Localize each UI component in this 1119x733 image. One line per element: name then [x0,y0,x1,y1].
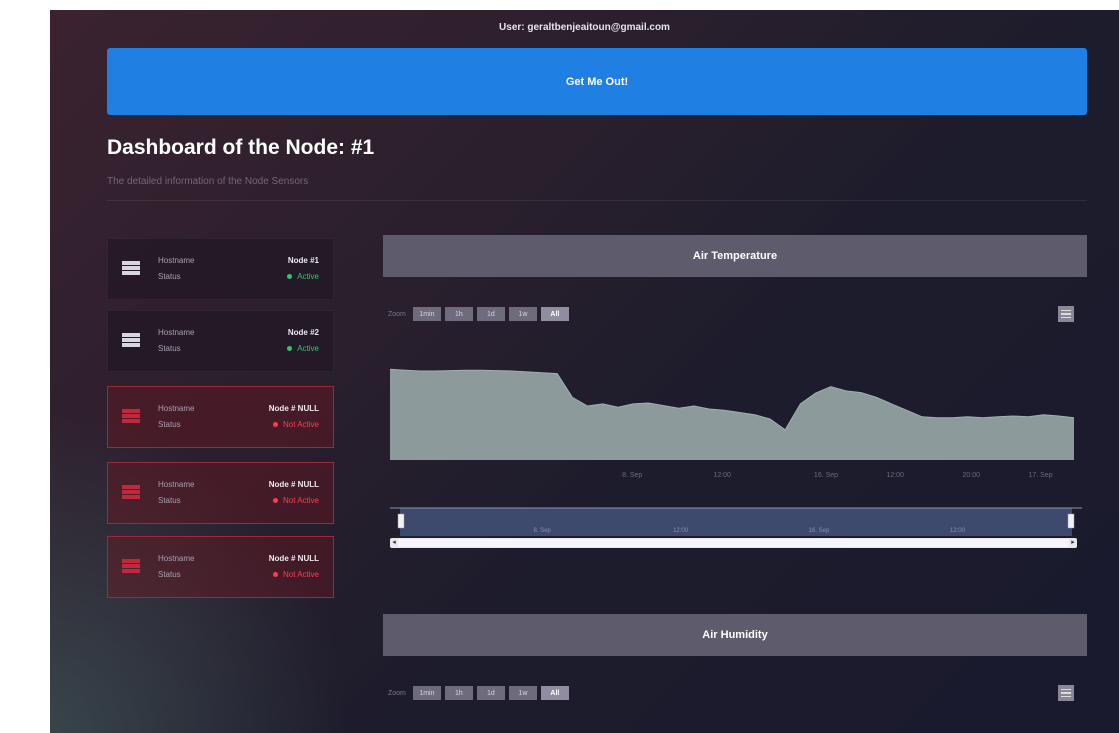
chart-menu-button[interactable] [1058,685,1074,701]
hostname-value: Node # NULL [268,480,319,489]
chart-menu-button[interactable] [1058,306,1074,322]
chart-scrollbar[interactable]: ◂ ▸ [390,538,1077,548]
air-humidity-header: Air Humidity [383,614,1087,656]
zoom-1h-button[interactable]: 1h [444,686,473,700]
hostname-value: Node #2 [287,328,319,337]
status-dot-icon [272,498,278,504]
hostname-label: Hostname [158,328,195,337]
zoom-1d-button[interactable]: 1d [476,307,505,321]
node-card-4[interactable]: Hostname Node # NULL Status Not Active [107,462,334,524]
zoom-1h-button[interactable]: 1h [444,307,473,321]
hostname-label: Hostname [158,554,195,563]
hostname-label: Hostname [158,480,195,489]
status-value: Not Active [282,496,319,505]
navigator-tick-label: 16. Sep [809,528,830,534]
x-tick-label: 8. Sep [622,472,642,479]
zoom-label: Zoom [388,310,406,318]
status-label: Status [158,344,181,353]
x-tick-label: 12:00 [713,472,731,479]
navigator-right-handle-icon[interactable] [1067,513,1075,529]
node-card-3[interactable]: Hostname Node # NULL Status Not Active [107,386,334,448]
navigator-selection[interactable] [400,508,1072,536]
status-dot-icon [272,572,278,578]
x-tick-label: 17. Sep [1028,472,1052,479]
status-label: Status [158,570,181,579]
zoom-label: Zoom [388,689,406,697]
zoom-all-button[interactable]: All [540,307,569,321]
zoom-1w-button[interactable]: 1w [508,307,537,321]
hostname-label: Hostname [158,404,195,413]
server-icon [122,559,140,573]
navigator-left-handle-icon[interactable] [397,513,405,529]
status-dot-icon [272,422,278,428]
zoom-controls: Zoom 1min 1h 1d 1w All [388,307,569,321]
temperature-area-series [390,369,1074,460]
node-card-1[interactable]: Hostname Node #1 Status Active [107,238,334,300]
hostname-value: Node # NULL [268,554,319,563]
status-value: Active [297,344,319,353]
zoom-all-button[interactable]: All [540,686,569,700]
zoom-1d-button[interactable]: 1d [476,686,505,700]
divider [107,200,1087,201]
get-me-out-button[interactable]: Get Me Out! [107,48,1087,115]
hostname-value: Node # NULL [268,404,319,413]
node-card-2[interactable]: Hostname Node #2 Status Active [107,310,334,372]
status-badge: Not Active [272,420,319,429]
hostname-value: Node #1 [287,256,319,265]
scroll-left-icon[interactable]: ◂ [390,538,398,548]
zoom-controls-humidity: Zoom 1min 1h 1d 1w All [388,686,569,700]
status-badge: Not Active [272,496,319,505]
status-badge: Not Active [272,570,319,579]
status-dot-icon [287,346,293,352]
x-tick-label: 16. Sep [814,472,838,479]
server-icon [122,485,140,499]
status-badge: Active [287,344,319,353]
app-screen: User: geraltbenjeaitoun@gmail.com Get Me… [50,10,1119,733]
status-dot-icon [287,274,293,280]
x-tick-label: 12:00 [886,472,904,479]
air-temperature-chart: 8. Sep 12:00 16. Sep 12:00 20:00 17. Sep [390,368,1075,479]
status-value: Active [297,272,319,281]
status-label: Status [158,496,181,505]
navigator-tick-label: 12:00 [950,528,966,534]
zoom-1w-button[interactable]: 1w [508,686,537,700]
status-label: Status [158,420,181,429]
scrollbar-thumb[interactable] [398,539,1069,547]
server-icon [122,333,140,347]
server-icon [122,261,140,275]
scroll-right-icon[interactable]: ▸ [1069,538,1077,548]
server-icon [122,409,140,423]
air-temperature-header: Air Temperature [383,235,1087,277]
page-subtitle: The detailed information of the Node Sen… [107,176,309,187]
status-badge: Active [287,272,319,281]
x-tick-label: 20:00 [963,472,981,479]
navigator-tick-label: 12:00 [673,528,689,534]
status-value: Not Active [282,420,319,429]
page-title: Dashboard of the Node: #1 [107,136,375,159]
zoom-1min-button[interactable]: 1min [412,686,441,700]
navigator-tick-label: 8. Sep [534,528,552,534]
status-value: Not Active [282,570,319,579]
hostname-label: Hostname [158,256,195,265]
zoom-1min-button[interactable]: 1min [412,307,441,321]
node-card-5[interactable]: Hostname Node # NULL Status Not Active [107,536,334,598]
user-email: User: geraltbenjeaitoun@gmail.com [499,22,670,33]
status-label: Status [158,272,181,281]
